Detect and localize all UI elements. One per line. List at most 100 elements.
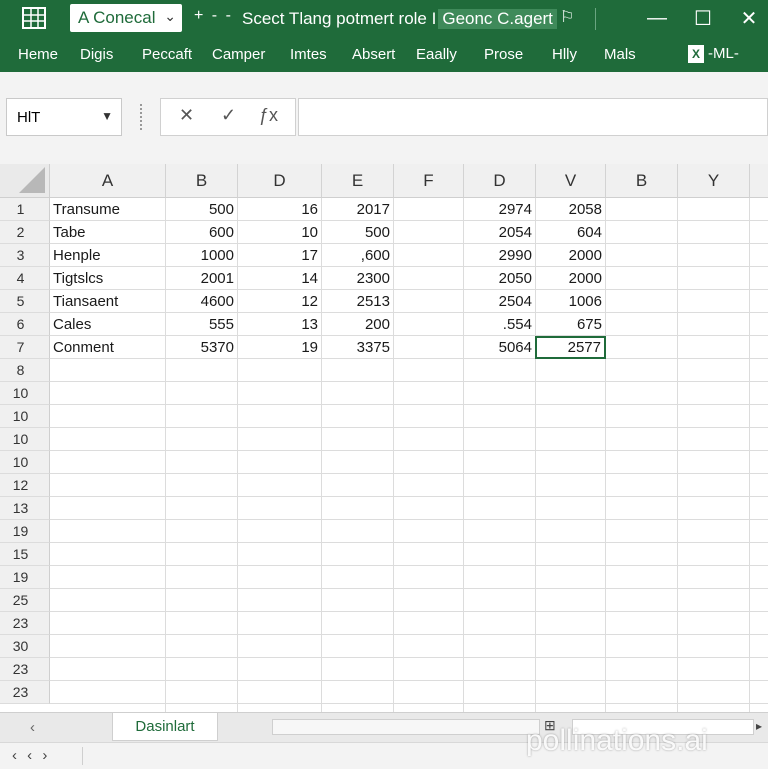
sheet-scroll-left-icon[interactable]: ‹ <box>30 719 35 736</box>
column-header-a[interactable]: A <box>50 164 166 198</box>
grid-cell[interactable]: 1000 <box>166 244 237 267</box>
grid-cell[interactable]: 2990 <box>464 244 535 267</box>
grid-cell[interactable]: 2058 <box>536 198 605 221</box>
row-header[interactable]: 10 <box>0 382 50 405</box>
row-header[interactable]: 13 <box>0 497 50 520</box>
column-header-d2[interactable]: D <box>464 164 536 198</box>
grid-cell[interactable]: 2974 <box>464 198 535 221</box>
grid-cell[interactable]: 604 <box>536 221 605 244</box>
grid-cell[interactable]: 2001 <box>166 267 237 290</box>
row-header[interactable]: 10 <box>0 451 50 474</box>
grid-cell[interactable]: .554 <box>464 313 535 336</box>
minimize-button[interactable]: — <box>640 4 674 32</box>
grid-cell[interactable]: Tabe <box>50 221 165 244</box>
row-header[interactable]: 3 <box>0 244 50 267</box>
maximize-button[interactable]: ☐ <box>686 4 720 32</box>
spreadsheet-grid[interactable]: A B D E F D V B Y 1 2 3 4 5 6 7 8 10 10 10 10 12 13 19… <box>0 164 768 712</box>
column-header-d[interactable]: D <box>238 164 322 198</box>
row-header[interactable]: 10 <box>0 428 50 451</box>
close-button[interactable]: ✕ <box>732 4 766 32</box>
row-header[interactable]: 7 <box>0 336 50 359</box>
cancel-icon[interactable]: ✕ <box>179 105 194 126</box>
ribbon-tab-1[interactable]: Heme <box>18 46 58 63</box>
formula-bar-grip[interactable] <box>140 104 146 130</box>
grid-cell[interactable]: Tigtslcs <box>50 267 165 290</box>
column-header-y[interactable]: Y <box>678 164 750 198</box>
column-header-blank[interactable] <box>750 164 768 198</box>
grid-cell[interactable]: Tiansaent <box>50 290 165 313</box>
grid-cell[interactable]: 13 <box>238 313 321 336</box>
grid-cell[interactable]: 4600 <box>166 290 237 313</box>
grid-cell[interactable]: 2050 <box>464 267 535 290</box>
row-header[interactable]: 23 <box>0 658 50 681</box>
grid-cell[interactable]: 16 <box>238 198 321 221</box>
grid-cell[interactable]: Henple <box>50 244 165 267</box>
grid-cell[interactable]: 12 <box>238 290 321 313</box>
enter-icon[interactable]: ✓ <box>221 105 236 126</box>
scroll-right-icon[interactable]: ▸ <box>756 719 762 733</box>
row-header[interactable]: 30 <box>0 635 50 658</box>
ribbon-tab-9[interactable]: Hlly <box>552 46 577 63</box>
ribbon-tab-3[interactable]: Peccaft <box>142 46 192 63</box>
grid-cell[interactable]: 2504 <box>464 290 535 313</box>
grid-cell[interactable]: Conment <box>50 336 165 359</box>
grid-cell[interactable]: 2513 <box>322 290 393 313</box>
row-header[interactable]: 10 <box>0 405 50 428</box>
row-header[interactable]: 1 <box>0 198 50 221</box>
grid-cell[interactable]: 675 <box>536 313 605 336</box>
row-header[interactable]: 19 <box>0 520 50 543</box>
grid-cell[interactable]: 2017 <box>322 198 393 221</box>
grid-cell[interactable]: 5370 <box>166 336 237 359</box>
grid-cell[interactable]: 19 <box>238 336 321 359</box>
grid-cell[interactable]: 5064 <box>464 336 535 359</box>
insert-function-icon[interactable]: ƒx <box>259 105 278 126</box>
row-header[interactable]: 6 <box>0 313 50 336</box>
active-cell[interactable]: 2577 <box>535 336 606 359</box>
row-header[interactable]: 23 <box>0 612 50 635</box>
row-header[interactable]: 23 <box>0 681 50 704</box>
grid-cell[interactable]: 600 <box>166 221 237 244</box>
horizontal-scrollbar[interactable] <box>272 719 540 735</box>
ribbon-tab-10[interactable]: Mals <box>604 46 636 63</box>
row-header[interactable]: 25 <box>0 589 50 612</box>
ribbon-tab-5[interactable]: Imtes <box>290 46 327 63</box>
name-box[interactable]: HlT ▼ <box>6 98 122 136</box>
grid-cell[interactable]: 2054 <box>464 221 535 244</box>
flag-icon[interactable]: ⚐ <box>560 7 574 27</box>
quick-access-controls[interactable]: + - - <box>194 7 233 25</box>
column-header-v[interactable]: V <box>536 164 606 198</box>
excel-app-icon[interactable] <box>22 7 46 29</box>
row-header[interactable]: 15 <box>0 543 50 566</box>
ribbon-xml-item[interactable]: X -ML- <box>688 45 739 63</box>
grid-cell[interactable]: 17 <box>238 244 321 267</box>
grid-cell[interactable]: 2000 <box>536 244 605 267</box>
grid-cell[interactable]: 10 <box>238 221 321 244</box>
grid-cell[interactable]: Transume <box>50 198 165 221</box>
grid-cell[interactable]: 500 <box>166 198 237 221</box>
grid-cell[interactable]: 200 <box>322 313 393 336</box>
row-header[interactable]: 2 <box>0 221 50 244</box>
column-header-b2[interactable]: B <box>606 164 678 198</box>
grid-cell[interactable]: 14 <box>238 267 321 290</box>
sheet-tab[interactable]: Dasinlart <box>112 713 218 741</box>
row-header[interactable]: 12 <box>0 474 50 497</box>
grid-cell[interactable]: Cales <box>50 313 165 336</box>
ribbon-tab-7[interactable]: Eaally <box>416 46 457 63</box>
grid-cell[interactable]: 555 <box>166 313 237 336</box>
column-header-b[interactable]: B <box>166 164 238 198</box>
grid-cell[interactable]: 3375 <box>322 336 393 359</box>
grid-cell[interactable]: 2000 <box>536 267 605 290</box>
row-header[interactable]: 8 <box>0 359 50 382</box>
row-header[interactable]: 4 <box>0 267 50 290</box>
sheet-navigation-arrows[interactable]: ‹ ‹ › <box>12 747 50 764</box>
ribbon-tab-8[interactable]: Prose <box>484 46 523 63</box>
ribbon-tab-2[interactable]: Digis <box>80 46 113 63</box>
row-header[interactable]: 19 <box>0 566 50 589</box>
grid-cell[interactable]: 1006 <box>536 290 605 313</box>
grid-cell[interactable]: 2300 <box>322 267 393 290</box>
ribbon-tab-6[interactable]: Absert <box>352 46 395 63</box>
column-header-e[interactable]: E <box>322 164 394 198</box>
grid-cell[interactable]: ,600 <box>322 244 393 267</box>
select-all-button[interactable] <box>0 164 50 198</box>
formula-input[interactable] <box>298 98 768 136</box>
